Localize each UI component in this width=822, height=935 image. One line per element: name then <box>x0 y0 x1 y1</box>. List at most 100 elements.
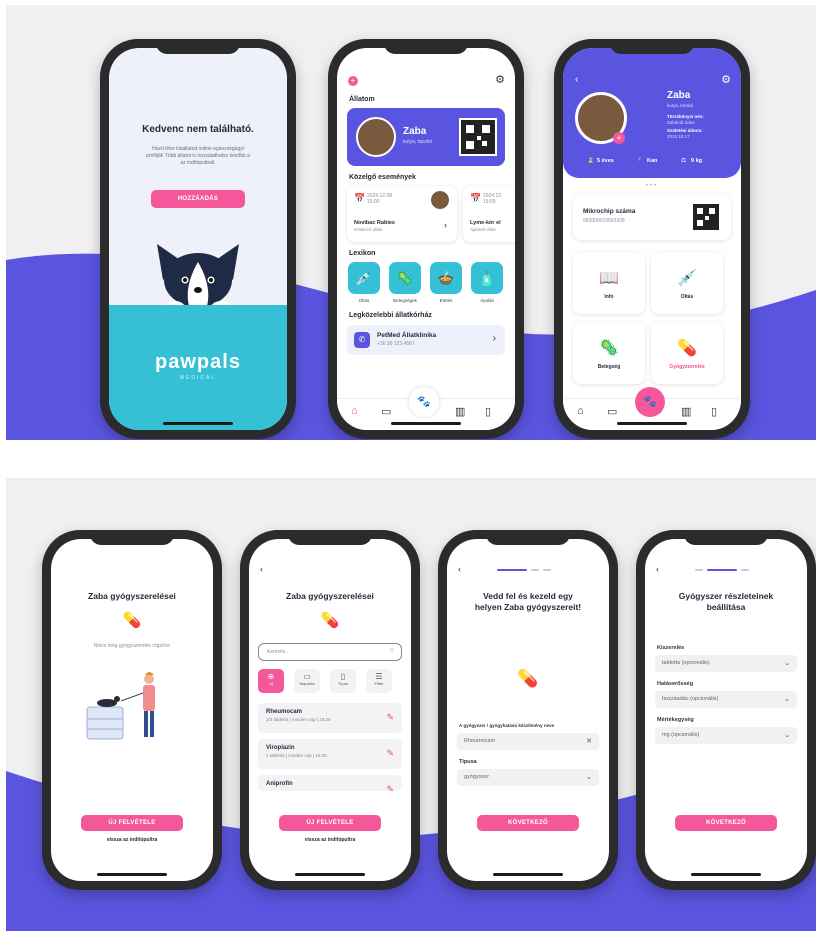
add-pet-button[interactable]: HOZZÁADÁS <box>151 190 245 208</box>
back-icon[interactable]: ‹ <box>575 74 578 85</box>
next-button[interactable]: KÖVETKEZŐ <box>477 815 579 831</box>
list-item[interactable]: Aniprofin ✎ <box>258 775 402 791</box>
phone-dashboard: + ⚙ Állatom Zaba kutya, tacskó Közelgő e… <box>328 39 524 439</box>
sex-icon: ♂ <box>637 157 642 163</box>
unit-select[interactable]: mg (opcionális) ⌄ <box>655 727 797 744</box>
microchip-card[interactable]: Mikrochip száma 953000010593328 <box>573 194 731 240</box>
tile-vaccine[interactable]: 💉 Oltás <box>651 252 723 314</box>
clipboard-icon[interactable]: ▯ <box>485 405 491 418</box>
pet-name: Zaba <box>667 90 691 101</box>
back-to-dashboard-link[interactable]: vissza az indítópultra <box>249 837 411 843</box>
pets-heading: Állatom <box>349 96 375 103</box>
back-icon[interactable]: ‹ <box>260 564 263 574</box>
tile-info[interactable]: 📖 Info <box>573 252 645 314</box>
empty-body: Hozd létre kisállatod online egészségügy… <box>146 146 250 166</box>
list-item[interactable]: Viroplazin 1 tabletta | minden nap | 10:3… <box>258 739 402 769</box>
event-card[interactable]: 📅 2024.12. 15:00 Lyme-kór el Ajánlott ol… <box>463 186 515 242</box>
hospital-card[interactable]: ✆ PetMed Állatklinika +36 30 123 4567 › <box>347 325 505 355</box>
home-icon[interactable]: ⌂ <box>351 405 358 417</box>
med-detail: 1/3 tabletta | minden nap | 19:30 <box>266 717 331 722</box>
edit-icon[interactable]: ✎ <box>386 712 394 723</box>
type-select[interactable]: gyógyszer ⌄ <box>457 769 599 786</box>
field-label: Hatáserősség <box>657 681 694 687</box>
lexicon-food-icon[interactable]: 🍲 <box>430 262 462 294</box>
new-entry-button[interactable]: ÚJ FELVÉTELE <box>279 815 381 831</box>
event-title: Lyme-kór el <box>470 220 501 226</box>
clipboard-icon[interactable]: ▯ <box>711 405 717 418</box>
settings-icon[interactable]: ⚙ <box>495 73 505 86</box>
back-to-dashboard-link[interactable]: vissza az indítópultra <box>51 837 213 843</box>
brand-logo: pawpals <box>155 351 241 373</box>
tile-medication[interactable]: 💊 Gyógyszerelés <box>651 322 723 384</box>
event-title: Novibac Rabies <box>354 220 395 226</box>
paw-button[interactable]: 🐾 <box>635 387 665 417</box>
pet-card[interactable]: Zaba kutya, tacskó <box>347 108 505 166</box>
medication-name-input[interactable]: Rheumocam ✕ <box>457 733 599 750</box>
lexicon-vaccine-icon[interactable]: 💉 <box>348 262 380 294</box>
search-input[interactable]: Keresés... ○ <box>258 643 402 661</box>
phone-empty-state: Kedvenc nem található. Hozd létre kisáll… <box>100 39 296 439</box>
calendar-nav-icon[interactable]: ▭ <box>607 405 617 418</box>
paw-button[interactable]: 🐾 <box>409 387 439 417</box>
list-item[interactable]: Rheumocam 1/3 tabletta | minden nap | 19:… <box>258 703 402 733</box>
chevron-down-icon: ⌄ <box>784 696 790 703</box>
calendar-nav-icon[interactable]: ▭ <box>381 405 391 418</box>
chip-new[interactable]: ⊕ Új <box>258 669 284 693</box>
back-icon[interactable]: ‹ <box>656 564 659 574</box>
lexicon-care-icon[interactable]: 🧴 <box>471 262 503 294</box>
back-icon[interactable]: ‹ <box>458 564 461 574</box>
hospital-name: PetMed Állatklinika <box>377 332 437 339</box>
chip-filter[interactable]: ☰ Filter <box>366 669 392 693</box>
type-label: Típusa <box>459 759 477 765</box>
bottom-nav: ⌂ ▭ 🐾 ▥ ▯ <box>337 387 515 430</box>
calendar-icon: 📅 <box>354 193 366 203</box>
pet-name: Zaba <box>403 126 427 137</box>
edit-icon[interactable]: ✎ <box>386 784 394 791</box>
field-label: Kiszerelés <box>657 645 685 651</box>
lexicon-disease-icon[interactable]: 🦠 <box>389 262 421 294</box>
map-icon[interactable]: ▥ <box>681 405 691 418</box>
name-label: A gyógyszer / gyógyhatású készítmény nev… <box>459 723 555 728</box>
new-entry-button[interactable]: ÚJ FELVÉTELE <box>81 815 183 831</box>
hospital-phone: +36 30 123 4567 <box>377 341 415 347</box>
virus-icon: 🦠 <box>599 340 619 357</box>
tile-disease[interactable]: 🦠 Betegség <box>573 322 645 384</box>
clear-icon[interactable]: ✕ <box>586 737 592 745</box>
add-pet-icon[interactable]: + <box>348 76 358 86</box>
profile-header: ‹ ⚙ + Zaba kutya, tacskó Törzskönyvi név… <box>563 48 741 178</box>
lexicon-label: Etetés <box>439 298 453 303</box>
event-card[interactable]: 📅 2024.12.08 15:00 Novibac Rabies Kötele… <box>347 186 457 242</box>
events-heading: Közelgő események <box>349 174 416 181</box>
chevron-down-icon: ⌄ <box>586 774 592 781</box>
map-icon[interactable]: ▥ <box>455 405 465 418</box>
edit-icon[interactable]: ✎ <box>386 748 394 759</box>
page-title: Zaba gyógyszerelései <box>286 591 374 601</box>
chip-label: Új <box>269 681 273 686</box>
select-value: mg (opcionális) <box>662 732 700 738</box>
pet-breed: kutya, tacskó <box>667 103 694 108</box>
med-name: Rheumocam <box>266 709 303 715</box>
brand-subtitle: MEDICAL <box>179 375 217 381</box>
packaging-select[interactable]: tabletta (opcionális) ⌄ <box>655 655 797 672</box>
weight-value: 9 kg <box>691 158 703 164</box>
dog-illustration <box>157 244 239 310</box>
empty-message: Nincs még gyógyszerelés rögzítve <box>93 643 171 649</box>
bottom-panel: Zaba gyógyszerelései 💊 Nincs még gyógysz… <box>6 478 816 931</box>
input-value: Rheumocam <box>464 738 496 744</box>
chevron-right-icon: › <box>492 333 496 344</box>
empty-heading: Kedvenc nem található. <box>142 124 254 135</box>
lexicon-heading: Lexikon <box>349 250 376 257</box>
lexicon-label: Betegségek <box>393 298 417 303</box>
strength-select[interactable]: hozzáadás (opcionális) ⌄ <box>655 691 797 708</box>
chip-type[interactable]: ▯ Típus <box>330 669 356 693</box>
calendar-icon: 📅 <box>470 193 482 203</box>
next-button[interactable]: KÖVETKEZŐ <box>675 815 777 831</box>
add-photo-icon[interactable]: + <box>613 132 625 144</box>
event-avatar <box>431 191 449 209</box>
chip-label: Típus <box>337 681 348 686</box>
phone-pet-profile: ‹ ⚙ + Zaba kutya, tacskó Törzskönyvi név… <box>554 39 750 439</box>
phone-medications-list: ‹ Zaba gyógyszerelései 💊 Keresés... ○ ⊕ Ú… <box>240 530 420 890</box>
chip-daily[interactable]: ▭ Naponta <box>294 669 320 693</box>
home-icon[interactable]: ⌂ <box>577 405 584 417</box>
settings-icon[interactable]: ⚙ <box>721 73 731 86</box>
